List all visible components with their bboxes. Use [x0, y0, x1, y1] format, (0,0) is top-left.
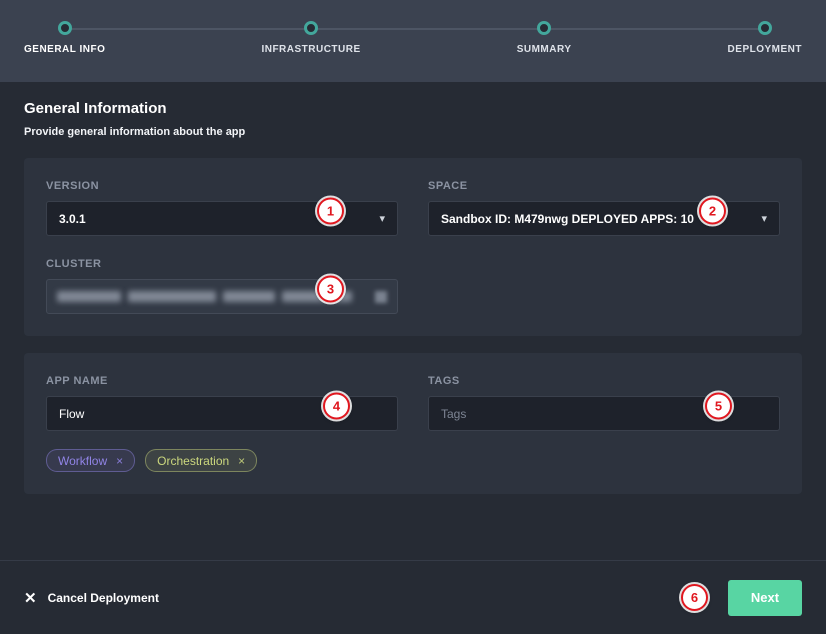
close-icon: ✕	[24, 589, 37, 607]
tags-label: TAGS	[428, 375, 780, 387]
tag-chip-label: Orchestration	[157, 454, 229, 468]
grid-spacer	[428, 258, 780, 314]
app-name-field: APP NAME 4	[46, 375, 398, 431]
step-label: INFRASTRUCTURE	[261, 44, 360, 55]
step-deployment[interactable]: DEPLOYMENT	[728, 21, 802, 55]
page-title: General Information	[24, 100, 802, 117]
chevron-down-icon: ▾	[379, 212, 385, 225]
step-dot-icon	[537, 21, 551, 35]
cancel-deployment-button[interactable]: ✕ Cancel Deployment	[24, 589, 159, 607]
page-subtitle: Provide general information about the ap…	[24, 126, 802, 138]
annotation-badge-6: 6	[681, 584, 708, 611]
wizard-stepper: GENERAL INFO INFRASTRUCTURE SUMMARY DEPL…	[0, 0, 826, 82]
next-button[interactable]: Next	[728, 580, 802, 616]
tag-chips: Workflow × Orchestration ×	[46, 449, 398, 472]
annotation-badge-4: 4	[323, 393, 350, 420]
wizard-footer: ✕ Cancel Deployment 6 Next	[0, 560, 826, 634]
tag-chip-label: Workflow	[58, 454, 107, 468]
step-summary[interactable]: SUMMARY	[517, 21, 572, 55]
cancel-label: Cancel Deployment	[48, 591, 159, 605]
stepper-connector-line	[64, 28, 766, 30]
version-field: VERSION 3.0.1 ▾ 1	[46, 180, 398, 236]
chip-close-icon[interactable]: ×	[238, 454, 245, 468]
annotation-badge-1: 1	[317, 198, 344, 225]
step-infrastructure[interactable]: INFRASTRUCTURE	[261, 21, 360, 55]
redacted-text-block	[223, 291, 275, 302]
tag-chip-workflow[interactable]: Workflow ×	[46, 449, 135, 472]
step-label: GENERAL INFO	[24, 44, 105, 55]
tag-chip-orchestration[interactable]: Orchestration ×	[145, 449, 257, 472]
space-label: SPACE	[428, 180, 780, 192]
space-select[interactable]: Sandbox ID: M479nwg DEPLOYED APPS: 10 ▾	[428, 201, 780, 236]
step-dot-icon	[58, 21, 72, 35]
redacted-icon	[375, 291, 387, 303]
annotation-badge-5: 5	[705, 393, 732, 420]
step-label: SUMMARY	[517, 44, 572, 55]
version-select[interactable]: 3.0.1 ▾	[46, 201, 398, 236]
cluster-field: CLUSTER 3	[46, 258, 398, 314]
step-general-info[interactable]: GENERAL INFO	[24, 21, 105, 55]
step-dot-icon	[758, 21, 772, 35]
version-value: 3.0.1	[59, 212, 86, 226]
annotation-badge-2: 2	[699, 198, 726, 225]
environment-panel: VERSION 3.0.1 ▾ 1 SPACE Sandbox ID: M479…	[24, 158, 802, 336]
deployment-wizard: GENERAL INFO INFRASTRUCTURE SUMMARY DEPL…	[0, 0, 826, 634]
version-label: VERSION	[46, 180, 398, 192]
app-details-panel: APP NAME 4 TAGS 5 Workflow × Orchestrati…	[24, 353, 802, 494]
grid-spacer	[428, 453, 780, 472]
chip-close-icon[interactable]: ×	[116, 454, 123, 468]
space-value: Sandbox ID: M479nwg DEPLOYED APPS: 10	[441, 212, 694, 226]
app-name-label: APP NAME	[46, 375, 398, 387]
main-content: General Information Provide general info…	[0, 82, 826, 560]
annotation-badge-3: 3	[317, 276, 344, 303]
footer-actions: 6 Next	[681, 580, 802, 616]
redacted-text-block	[128, 291, 216, 302]
step-dot-icon	[304, 21, 318, 35]
step-label: DEPLOYMENT	[728, 44, 802, 55]
cluster-label: CLUSTER	[46, 258, 398, 270]
redacted-text-block	[57, 291, 121, 302]
cluster-redacted-value[interactable]	[46, 279, 398, 314]
chevron-down-icon: ▾	[761, 212, 767, 225]
space-field: SPACE Sandbox ID: M479nwg DEPLOYED APPS:…	[428, 180, 780, 236]
tags-field: TAGS 5	[428, 375, 780, 431]
